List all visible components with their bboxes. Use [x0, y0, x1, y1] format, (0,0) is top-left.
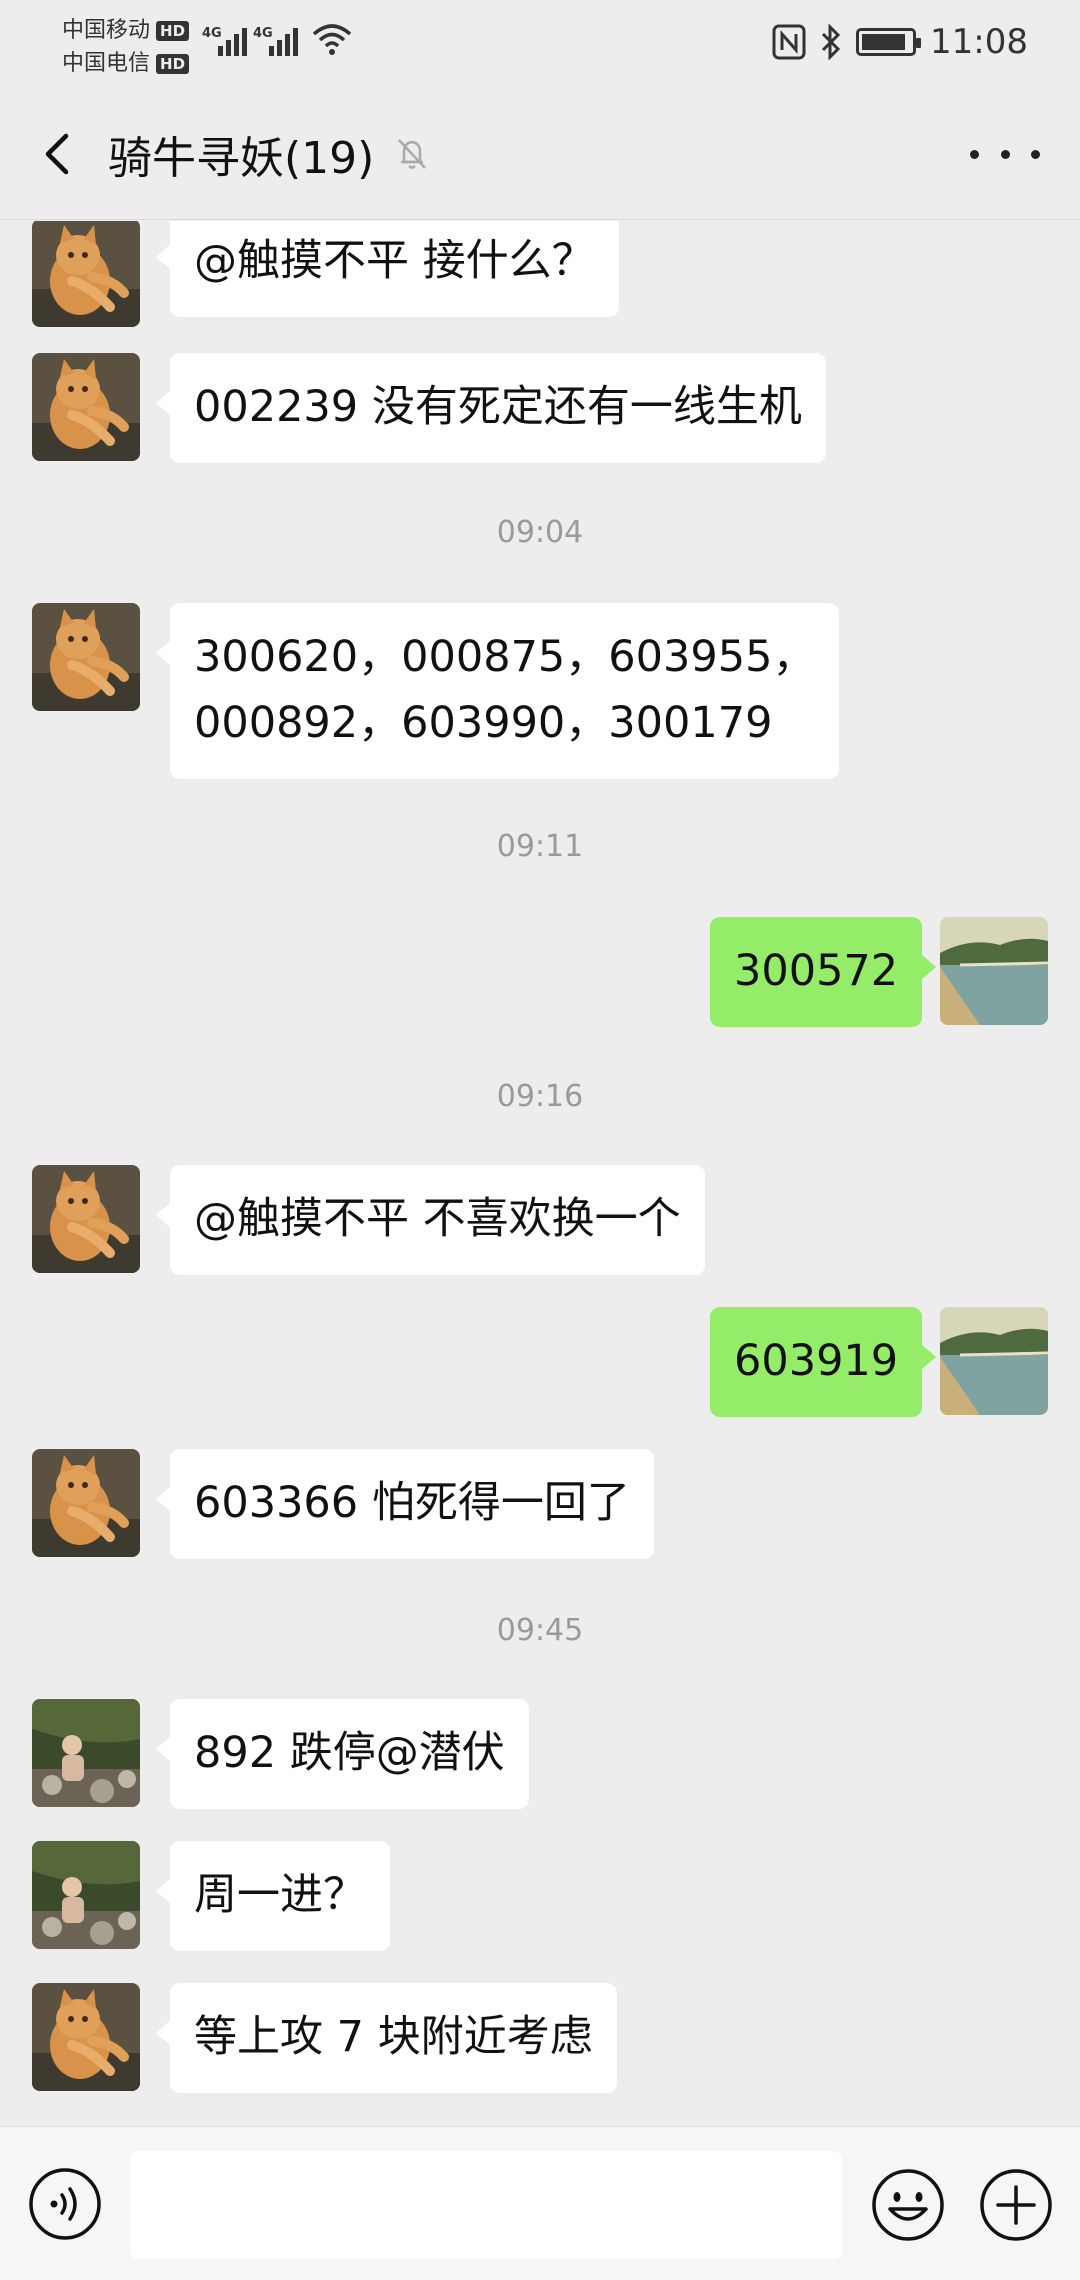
signal-indicators: 4G 4G: [202, 22, 352, 56]
message-text: 892 跌停@潜伏: [194, 1728, 505, 1778]
timestamp: 09:04: [496, 515, 584, 550]
message-bubble[interactable]: 周一进？: [156, 1841, 390, 1951]
input-bar: [0, 2126, 1080, 2280]
message-bubble[interactable]: 300620，000875，603955， 000892，603990，3001…: [155, 603, 840, 779]
plus-more-icon[interactable]: [978, 2167, 1054, 2243]
hd-badge-1: HD: [156, 20, 190, 41]
message-list[interactable]: @触摸不平 接什么？ 002239 没有死定还有一线生机 09:04 30062…: [0, 221, 1080, 2126]
more-dot-icon: [970, 149, 979, 159]
message-text: 300572: [734, 946, 899, 996]
cat-avatar[interactable]: [32, 1983, 140, 2091]
cat-avatar[interactable]: [32, 1449, 140, 1557]
message-bubble[interactable]: @触摸不平 接什么？: [156, 221, 619, 317]
message-bubble-outgoing[interactable]: 300572: [710, 917, 937, 1027]
nfc-icon: [772, 24, 806, 60]
message-text: 603919: [734, 1336, 899, 1386]
emoji-icon[interactable]: [870, 2167, 946, 2243]
timestamp: 09:16: [496, 1079, 584, 1114]
clock: 11:08: [930, 22, 1028, 62]
carrier-2-label: 中国电信: [62, 51, 151, 76]
message-bubble-outgoing[interactable]: 603919: [710, 1307, 937, 1417]
timestamp: 09:11: [496, 829, 584, 864]
hd-badge-2: HD: [156, 53, 190, 74]
network-type-label: 4G: [202, 26, 222, 41]
message-text-line: 000892，603990，300179: [194, 698, 773, 748]
more-dot-icon: [1031, 149, 1040, 159]
signal-strength-icon: 4G: [202, 26, 247, 56]
more-options-button[interactable]: [970, 134, 1040, 174]
message-text-line: 300620，000875，603955，: [194, 632, 816, 682]
lake-avatar[interactable]: [940, 1307, 1048, 1415]
message-bubble[interactable]: 892 跌停@潜伏: [156, 1699, 529, 1809]
carrier-1-label: 中国移动: [62, 18, 151, 43]
muted-bell-icon: [398, 139, 427, 169]
chat-title: 骑牛寻妖(19): [108, 133, 375, 184]
status-bar: 中国移动 HD 中国电信 HD 4G 4G 11:08: [0, 0, 1080, 92]
more-dot-icon: [1000, 149, 1010, 159]
carrier-info: 中国移动 HD 中国电信 HD: [62, 14, 190, 80]
signal-strength-icon-2: 4G: [253, 26, 298, 56]
cat-avatar[interactable]: [32, 603, 140, 711]
message-text: @触摸不平 不喜欢换一个: [194, 1194, 681, 1244]
message-text: 等上攻 7 块附近考虑: [194, 2012, 593, 2062]
network-type-label-2: 4G: [253, 26, 273, 41]
message-text: 周一进？: [194, 1870, 366, 1920]
message-text: @触摸不平 接什么？: [194, 236, 595, 286]
message-bubble[interactable]: 等上攻 7 块附近考虑: [156, 1983, 617, 2093]
lake-avatar[interactable]: [940, 917, 1048, 1025]
cat-avatar[interactable]: [32, 353, 140, 461]
bluetooth-icon: [821, 24, 841, 60]
message-text: 603366 怕死得一回了: [194, 1478, 630, 1528]
message-input[interactable]: [130, 2151, 842, 2259]
child-avatar[interactable]: [32, 1841, 140, 1949]
child-avatar[interactable]: [32, 1699, 140, 1807]
timestamp: 09:45: [496, 1613, 584, 1648]
battery-icon: [856, 28, 922, 56]
wifi-icon: [312, 24, 352, 55]
message-text: 002239 没有死定还有一线生机: [194, 382, 802, 432]
chat-header: 骑牛寻妖(19): [0, 92, 1080, 220]
voice-input-icon[interactable]: [28, 2167, 102, 2241]
message-bubble[interactable]: 002239 没有死定还有一线生机: [156, 353, 826, 463]
cat-avatar[interactable]: [32, 221, 140, 327]
back-arrow-icon[interactable]: [30, 124, 90, 184]
battery-fill: [862, 34, 906, 50]
message-bubble[interactable]: @触摸不平 不喜欢换一个: [156, 1165, 705, 1275]
cat-avatar[interactable]: [32, 1165, 140, 1273]
message-bubble[interactable]: 603366 怕死得一回了: [156, 1449, 654, 1559]
